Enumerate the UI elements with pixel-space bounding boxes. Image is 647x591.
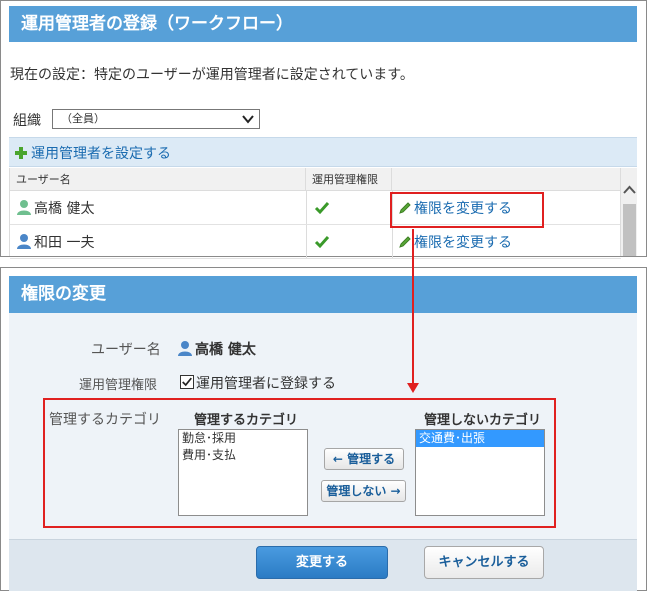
current-setting-text: 現在の設定：特定のユーザーが運用管理者に設定されています。 xyxy=(10,67,414,83)
column-header-admin-permission: 運用管理権限 xyxy=(306,168,392,191)
admin-permission-checkbox[interactable] xyxy=(180,375,194,389)
admin-permission-label: 運用管理権限 xyxy=(79,378,158,393)
highlight-box-change-link xyxy=(390,192,544,228)
scroll-thumb[interactable] xyxy=(623,204,636,256)
user-icon xyxy=(17,234,31,249)
org-select-value: （全員） xyxy=(61,112,105,125)
chevron-down-icon xyxy=(242,115,254,124)
user-name: 高橋 健太 xyxy=(34,201,95,217)
column-divider xyxy=(306,191,307,224)
user-name: 和田 一夫 xyxy=(34,235,95,251)
pencil-icon xyxy=(399,236,411,248)
user-icon xyxy=(17,200,31,215)
column-header-username: ユーザー名 xyxy=(10,168,306,191)
set-admin-link[interactable]: 運用管理者を設定する xyxy=(31,143,171,163)
org-label: 組織 xyxy=(13,113,41,129)
username-value: 高橋 健太 xyxy=(177,339,256,359)
set-admin-bar: 運用管理者を設定する xyxy=(9,137,637,167)
table-scrollbar[interactable] xyxy=(620,168,637,256)
org-select[interactable]: （全員） xyxy=(52,109,260,129)
user-icon xyxy=(178,341,192,356)
table-row: 和田 一夫 権限を変更する xyxy=(10,225,621,259)
column-divider xyxy=(392,225,393,258)
check-icon xyxy=(314,202,330,215)
dialog-title: 権限の変更 xyxy=(9,276,637,313)
submit-button[interactable]: 変更する xyxy=(256,546,388,579)
change-permission-link[interactable]: 権限を変更する xyxy=(398,232,512,252)
username-label: ユーザー名 xyxy=(91,342,161,358)
admin-permission-checkbox-label[interactable]: 運用管理者に登録する xyxy=(196,373,336,393)
username-text: 高橋 健太 xyxy=(195,342,256,358)
highlight-box-category-settings xyxy=(43,398,556,528)
chevron-up-icon[interactable] xyxy=(621,182,638,198)
check-icon xyxy=(314,236,330,249)
check-icon xyxy=(182,377,192,387)
column-header-actions xyxy=(392,168,621,191)
change-permission-label: 権限を変更する xyxy=(414,235,512,251)
page-title: 運用管理者の登録（ワークフロー） xyxy=(9,6,637,42)
cancel-button[interactable]: キャンセルする xyxy=(424,546,544,579)
column-divider xyxy=(306,225,307,258)
plus-icon xyxy=(15,147,27,159)
